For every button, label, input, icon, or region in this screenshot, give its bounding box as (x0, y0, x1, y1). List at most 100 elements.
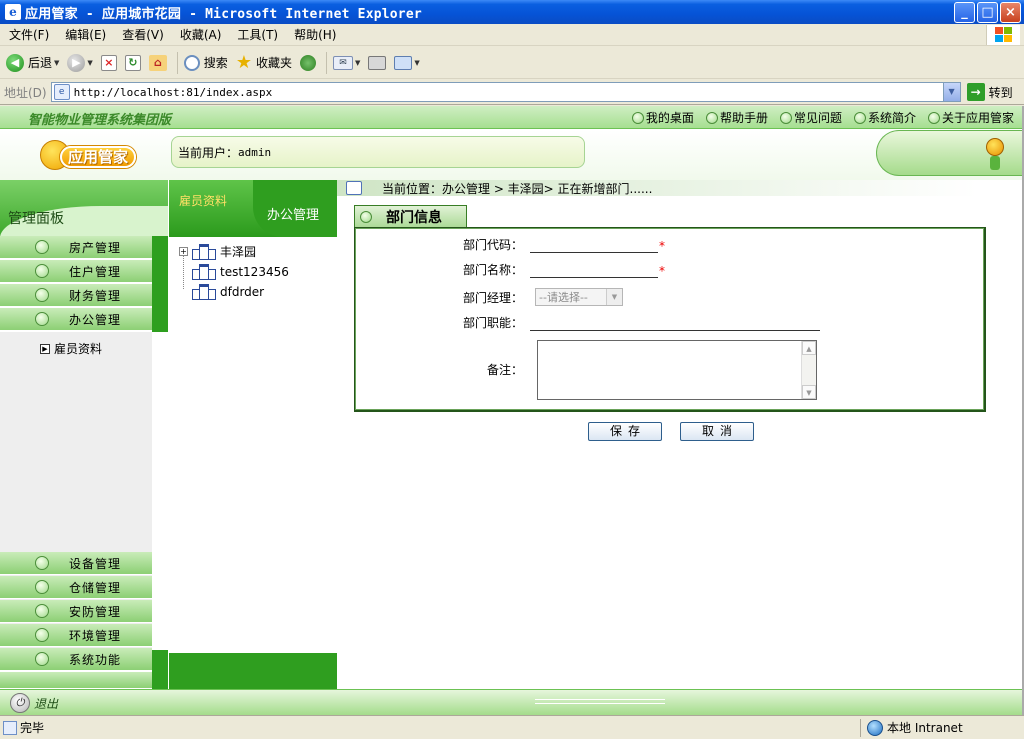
bullet-icon (35, 580, 49, 594)
address-url[interactable]: http://localhost:81/index.aspx (74, 86, 273, 99)
stop-button[interactable]: × (100, 54, 117, 71)
scroll-up-icon[interactable]: ▲ (802, 341, 816, 355)
sidebar-item-environment[interactable]: 环境管理 (0, 624, 152, 647)
window-titlebar[interactable]: e 应用管家 - 应用城市花园 - Microsoft Internet Exp… (0, 0, 1024, 24)
cancel-button[interactable]: 取消 (680, 422, 754, 441)
menu-view[interactable]: 查看(V) (114, 26, 172, 43)
scroll-down-icon[interactable]: ▼ (802, 385, 816, 399)
go-label: 转到 (988, 85, 1013, 100)
dept-code-input[interactable] (530, 237, 658, 253)
mail-icon: ✉ (332, 55, 353, 70)
breadcrumb-text: 当前位置：办公管理 > 丰泽园> 正在新增部门...... (382, 181, 653, 196)
tree-node[interactable]: + 丰泽园 (179, 243, 256, 260)
link-faq[interactable]: 常见问题 (779, 109, 842, 126)
edit-dropdown-icon[interactable]: ▼ (414, 59, 419, 67)
dept-manager-select[interactable]: --请选择-- ▼ (535, 288, 623, 306)
go-button[interactable]: → 转到 (966, 83, 1013, 101)
dept-code-label: 部门代码： (462, 238, 523, 252)
toolbar-separator (325, 51, 327, 74)
bullet-icon (35, 628, 49, 642)
mail-dropdown-icon[interactable]: ▼ (355, 59, 360, 67)
sidebar-item-office[interactable]: 办公管理 (0, 308, 152, 331)
menu-file[interactable]: 文件(F) (0, 26, 57, 43)
bullet-icon (35, 604, 49, 618)
sidebar-item-equipment[interactable]: 设备管理 (0, 552, 152, 575)
sidebar-item-finance[interactable]: 财务管理 (0, 284, 152, 307)
row-dept-name: 部门名称： * (355, 261, 665, 278)
menu-help[interactable]: 帮助(H) (286, 26, 344, 43)
tab-office[interactable]: 办公管理 (253, 180, 337, 237)
row-dept-manager: 部门经理： --请选择-- ▼ (355, 288, 623, 306)
tree-node[interactable]: dfdrder (192, 284, 264, 300)
textarea-scrollbar[interactable]: ▲ ▼ (801, 341, 816, 399)
address-dropdown-icon[interactable]: ▼ (942, 83, 960, 101)
forward-dropdown-icon[interactable]: ▼ (87, 59, 92, 67)
sidebar-header: 管理面板 (0, 180, 168, 238)
home-icon: ⌂ (148, 54, 167, 71)
maximize-button[interactable]: □ (977, 2, 998, 23)
sidebar-item-residents[interactable]: 住户管理 (0, 260, 152, 283)
mail-button[interactable]: ✉ ▼ (332, 55, 360, 70)
bullet-icon (35, 240, 49, 254)
chevron-down-icon: ▼ (606, 289, 622, 305)
tree-node[interactable]: test123456 (192, 264, 289, 280)
tab-employees[interactable]: 雇员资料 (179, 192, 227, 209)
sidebar-strip-white (152, 332, 168, 650)
refresh-button[interactable]: ↻ (124, 54, 141, 71)
forward-button[interactable]: ▶ ▼ (67, 53, 93, 72)
remark-textarea[interactable]: ▲ ▼ (537, 340, 817, 400)
print-button[interactable] (368, 55, 387, 70)
address-label: 地址(D) (4, 85, 47, 100)
save-button[interactable]: 保存 (588, 422, 662, 441)
search-button[interactable]: 搜索 (183, 54, 228, 71)
bullet-icon (631, 111, 644, 124)
minimize-button[interactable]: _ (954, 2, 975, 23)
logout-button[interactable]: ⏻ 退出 (10, 693, 58, 713)
page-icon: e (53, 84, 70, 100)
edit-page-icon (394, 55, 413, 70)
address-input[interactable]: e http://localhost:81/index.aspx ▼ (50, 82, 961, 102)
logo-text: 应用管家 (60, 146, 136, 168)
row-dept-duty: 部门职能： (355, 314, 820, 331)
required-mark: * (659, 239, 665, 253)
menu-favorites[interactable]: 收藏(A) (172, 26, 230, 43)
link-my-desktop[interactable]: 我的桌面 (631, 109, 694, 126)
menu-tools[interactable]: 工具(T) (229, 26, 286, 43)
dept-name-input[interactable] (530, 262, 658, 278)
link-help-manual[interactable]: 帮助手册 (705, 109, 768, 126)
sidebar-item-security[interactable]: 安防管理 (0, 600, 152, 623)
toolbar-separator (176, 51, 178, 74)
window-controls: _ □ × (954, 2, 1021, 23)
sidebar-item-spacer (0, 672, 152, 689)
tab-department-info[interactable]: 部门信息 (354, 205, 467, 227)
app-logo: 应用管家 (40, 138, 136, 174)
expand-icon[interactable]: + (179, 247, 188, 256)
favorites-button[interactable]: ★ 收藏夹 (236, 52, 292, 73)
home-button[interactable]: ⌂ (148, 54, 167, 71)
sidebar-item-property[interactable]: 房产管理 (0, 236, 152, 259)
bullet-icon (779, 111, 792, 124)
main-content: 当前位置：办公管理 > 丰泽园> 正在新增部门...... 部门信息 部门代码：… (337, 180, 1022, 689)
status-bar: 完毕 本地 Intranet (0, 715, 1024, 739)
system-title: 智能物业管理系统集团版 (28, 113, 172, 128)
back-button[interactable]: ◀ 后退 ▼ (6, 53, 59, 72)
security-zone[interactable]: 本地 Intranet (861, 719, 963, 736)
sidebar-item-system[interactable]: 系统功能 (0, 648, 152, 671)
remark-label: 备注： (486, 363, 523, 377)
close-button[interactable]: × (1000, 2, 1021, 23)
go-arrow-icon: → (966, 83, 985, 101)
edit-button[interactable]: ▼ (394, 55, 420, 70)
history-icon (299, 54, 316, 71)
bullet-icon (35, 312, 49, 326)
link-about[interactable]: 关于应用管家 (927, 109, 1014, 126)
link-system-intro[interactable]: 系统简介 (853, 109, 916, 126)
sidebar-subitem-employees[interactable]: ▶ 雇员资料 (40, 340, 102, 357)
dept-duty-input[interactable] (530, 315, 820, 331)
refresh-icon: ↻ (124, 54, 141, 71)
menu-edit[interactable]: 编辑(E) (57, 26, 114, 43)
back-dropdown-icon[interactable]: ▼ (54, 59, 59, 67)
history-button[interactable] (299, 54, 316, 71)
top-links: 我的桌面 帮助手册 常见问题 系统简介 关于应用管家 (631, 109, 1014, 126)
sidebar-item-warehouse[interactable]: 仓储管理 (0, 576, 152, 599)
bullet-icon (927, 111, 940, 124)
